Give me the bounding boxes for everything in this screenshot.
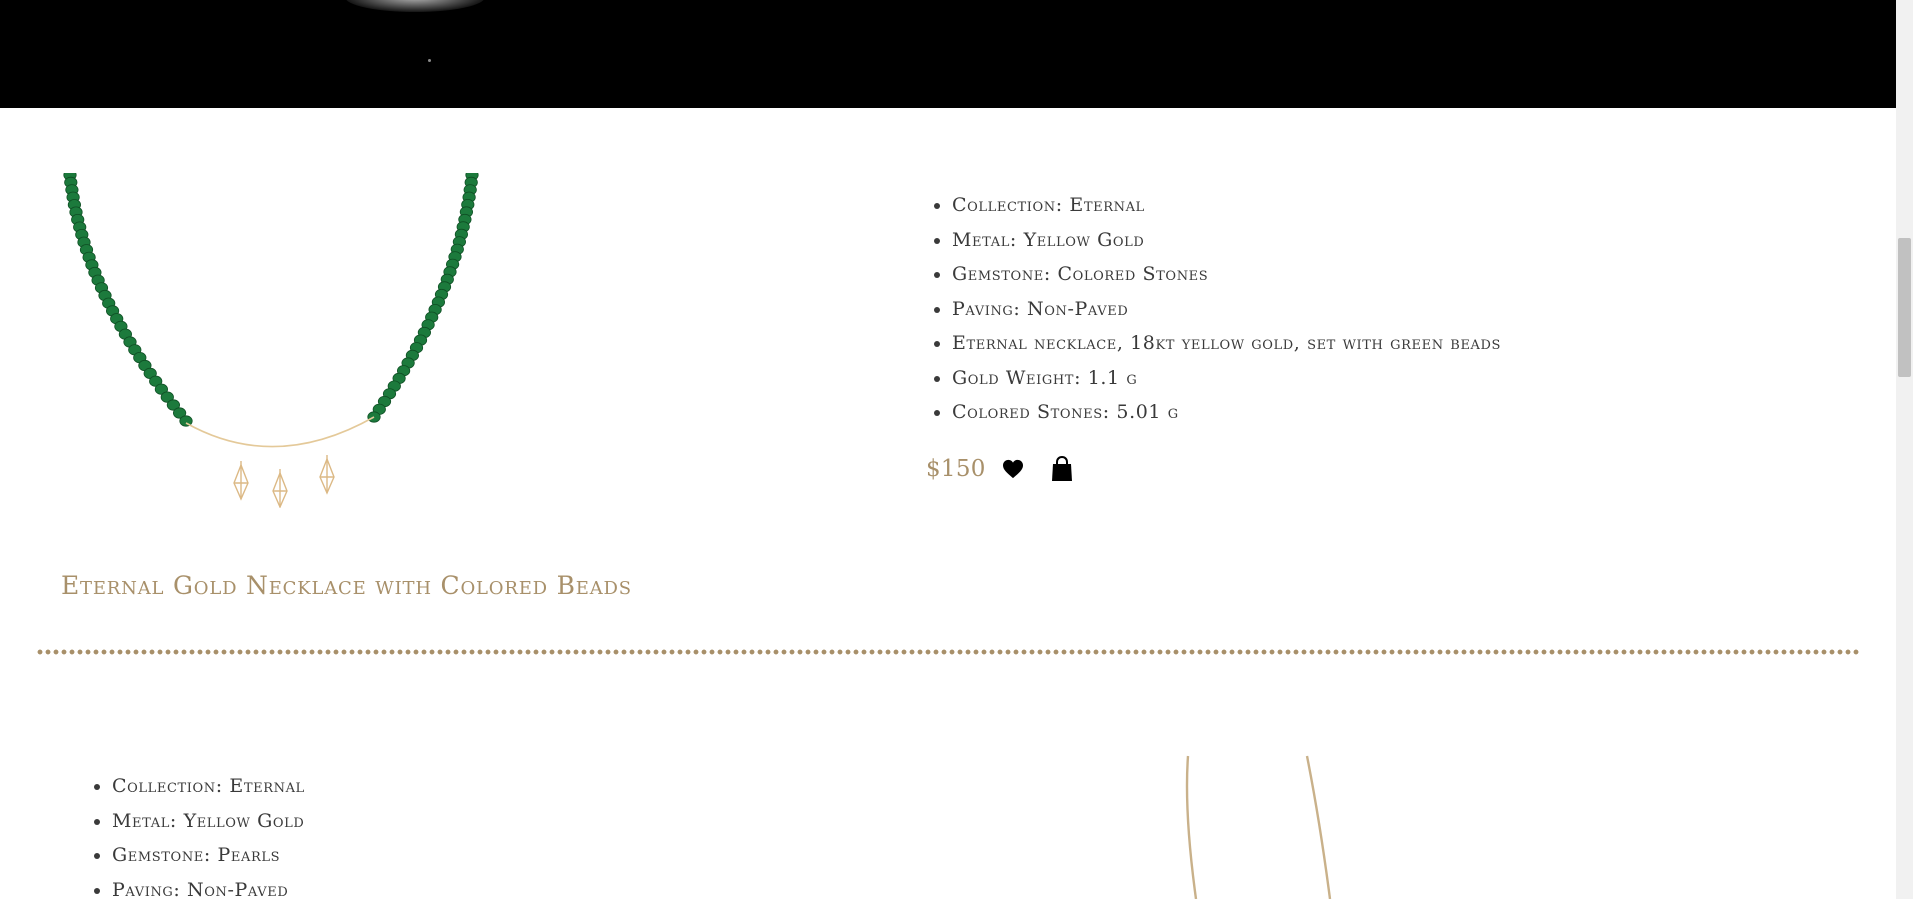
- product-specs-list: Collection: Eternal Metal: Yellow Gold G…: [926, 188, 1501, 430]
- hero-sparkle-dot: [428, 59, 431, 62]
- spec-item-description: Eternal necklace, 18kt yellow gold, set …: [952, 326, 1501, 361]
- necklace-beads-right: [367, 173, 479, 423]
- vertical-scrollbar[interactable]: [1896, 0, 1913, 899]
- product-specs-list: Collection: Eternal Metal: Yellow Gold G…: [86, 769, 305, 899]
- spec-item-gold-weight: Gold Weight: 1.1 g: [952, 361, 1501, 396]
- spec-item-colored-stones: Colored Stones: 5.01 g: [952, 395, 1501, 430]
- necklace-chain-right: [1305, 755, 1332, 899]
- necklace-beads-left: [63, 173, 193, 427]
- scrollbar-thumb[interactable]: [1898, 238, 1911, 377]
- add-to-wishlist-button[interactable]: [1000, 456, 1026, 482]
- spec-item-gemstone: Gemstone: Colored Stones: [952, 257, 1501, 292]
- necklace-pendants: [233, 455, 335, 508]
- spec-item-gemstone: Gemstone: Pearls: [112, 838, 305, 873]
- necklace-chain: [185, 416, 375, 448]
- necklace-chain-left: [1185, 755, 1198, 899]
- heart-icon: [1002, 459, 1023, 479]
- product-title[interactable]: Eternal Gold Necklace with Colored Beads: [61, 571, 632, 600]
- spec-item-paving: Paving: Non-Paved: [952, 292, 1501, 327]
- spec-item-paving: Paving: Non-Paved: [112, 873, 305, 899]
- spec-item-metal: Metal: Yellow Gold: [952, 223, 1501, 258]
- product-image-pearl-necklace[interactable]: [1170, 752, 1350, 899]
- spec-item-collection: Collection: Eternal: [112, 769, 305, 804]
- add-to-cart-button[interactable]: [1048, 454, 1076, 484]
- shopping-bag-icon: [1051, 456, 1072, 481]
- hero-banner-image: [0, 0, 1896, 108]
- product-price: $150: [926, 456, 986, 482]
- hero-jewel-highlight: [345, 0, 485, 12]
- product-image-green-bead-necklace[interactable]: [60, 173, 490, 508]
- dotted-divider: [36, 649, 1859, 655]
- spec-item-collection: Collection: Eternal: [952, 188, 1501, 223]
- spec-item-metal: Metal: Yellow Gold: [112, 804, 305, 839]
- price-row: $150: [926, 448, 1076, 490]
- page: Collection: Eternal Metal: Yellow Gold G…: [0, 0, 1913, 899]
